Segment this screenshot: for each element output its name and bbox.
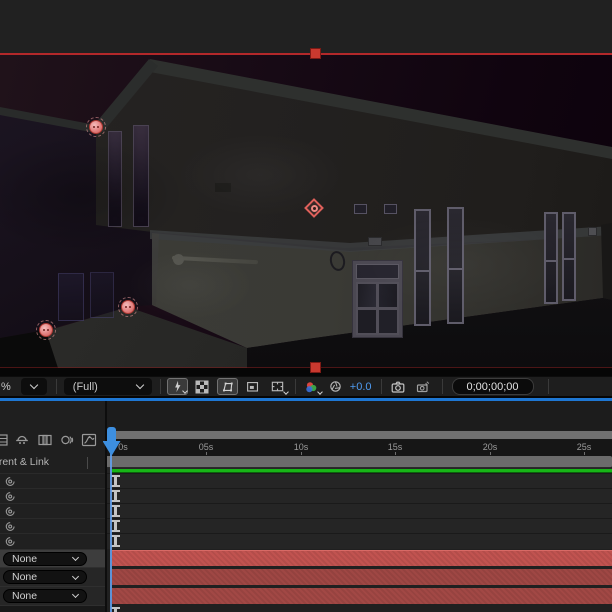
current-time-indicator-head[interactable]: [102, 427, 121, 456]
corner-pin-top[interactable]: [86, 117, 106, 137]
timeline-panel: Parent & Link None No: [0, 401, 612, 612]
timeline-track-area: 0s 05s 10s 15s 20s 25s: [107, 401, 612, 612]
resolution-value: (Full): [72, 380, 98, 393]
show-snapshot-button[interactable]: [412, 378, 433, 395]
composition-icon[interactable]: [0, 431, 11, 449]
effect-center-point[interactable]: [303, 197, 327, 221]
layer-in-point-marker[interactable]: [111, 504, 120, 517]
layer-in-point-marker[interactable]: [111, 474, 120, 487]
composition-pasteboard: [0, 0, 612, 53]
exposure-button[interactable]: [325, 378, 346, 395]
layer-in-point-marker[interactable]: [111, 519, 120, 532]
gable-window: [108, 131, 122, 227]
tall-window: [562, 212, 576, 301]
layer-in-point-marker[interactable]: [111, 489, 120, 502]
ruler-label: 05s: [198, 442, 214, 452]
effect-point-circle: [310, 204, 318, 212]
pick-whip-icon[interactable]: [4, 520, 17, 533]
pick-whip-icon[interactable]: [4, 505, 17, 518]
pick-whip-icon[interactable]: [4, 490, 17, 503]
ruler-label: 15s: [387, 442, 403, 452]
layer-row[interactable]: None: [0, 585, 105, 605]
wall-sign: [368, 237, 382, 246]
chevron-down-icon: [29, 380, 39, 390]
layer-bar[interactable]: [112, 588, 612, 604]
magnification-dropdown[interactable]: [20, 378, 47, 395]
timeline-left-column: Parent & Link None No: [0, 401, 105, 612]
graph-editor-icon[interactable]: [80, 431, 98, 449]
show-snapshot-icon: [416, 380, 430, 392]
corner-pin-left[interactable]: [36, 320, 56, 340]
aperture-icon: [330, 381, 341, 392]
fast-previews-button[interactable]: [166, 378, 188, 395]
region-of-interest-button[interactable]: [242, 378, 263, 395]
layer-row-selected[interactable]: None: [0, 548, 105, 567]
resolution-dropdown[interactable]: (Full): [63, 378, 152, 395]
tall-window: [447, 207, 464, 324]
frame-blending-icon[interactable]: [36, 431, 54, 449]
ruler-label: 10s: [293, 442, 309, 452]
layer-in-point-marker[interactable]: [111, 606, 120, 612]
motion-blur-icon[interactable]: [58, 431, 76, 449]
viewer-toolbar: % (Full) +0.0 0;00;00;00: [0, 376, 612, 396]
layer-selection-bottom-edge: [0, 367, 612, 368]
tall-window: [414, 209, 431, 326]
mask-path-visibility-button[interactable]: [216, 378, 238, 395]
pick-whip-icon[interactable]: [4, 475, 17, 488]
snapshot-button[interactable]: [388, 378, 409, 395]
channels-button[interactable]: [301, 378, 323, 395]
tall-window: [544, 212, 558, 304]
chevron-down-icon: [71, 553, 80, 562]
time-navigator-bar[interactable]: [112, 431, 612, 439]
shy-icon[interactable]: [13, 431, 31, 449]
exposure-value[interactable]: +0.0: [350, 381, 372, 393]
pick-whip-icon[interactable]: [4, 535, 17, 548]
region-of-interest-icon: [246, 381, 258, 392]
transparency-grid-button[interactable]: [192, 378, 213, 395]
mask-trapezoid-icon: [222, 382, 233, 392]
zoom-percent-label: %: [1, 380, 11, 393]
parent-dropdown[interactable]: None: [3, 551, 87, 566]
chevron-down-icon: [135, 380, 145, 390]
checkerboard-icon: [195, 380, 209, 393]
gable-window: [133, 125, 149, 227]
ruler-label: 20s: [482, 442, 498, 452]
layer-row[interactable]: None: [0, 567, 105, 586]
parent-link-column-header[interactable]: Parent & Link: [0, 456, 96, 468]
building-door: [352, 260, 403, 338]
layer-bar[interactable]: [112, 569, 612, 585]
layer-selection-top-edge: [0, 53, 612, 55]
grid-guides-button[interactable]: [267, 378, 289, 395]
parent-dropdown[interactable]: None: [3, 588, 87, 603]
parent-dropdown[interactable]: None: [3, 570, 87, 584]
layer-bottom-handle[interactable]: [310, 362, 321, 373]
composition-canvas[interactable]: [0, 55, 612, 368]
after-effects-workspace: % (Full) +0.0 0;00;00;00 rent & Link Non…: [0, 0, 612, 612]
camera-icon: [391, 381, 405, 393]
chevron-down-icon: [71, 572, 80, 580]
time-ruler[interactable]: 0s 05s 10s 15s 20s 25s: [107, 439, 612, 456]
corner-pin-bottom[interactable]: [118, 297, 138, 317]
chevron-down-icon: [71, 590, 80, 599]
current-timecode-field[interactable]: 0;00;00;00: [451, 378, 534, 395]
work-area-bar[interactable]: [107, 456, 612, 468]
layer-top-handle[interactable]: [310, 48, 321, 59]
ruler-label: 25s: [576, 442, 592, 452]
wall-sign: [588, 227, 597, 236]
layer-in-point-marker[interactable]: [111, 534, 120, 547]
layer-bar-selected[interactable]: [112, 550, 612, 566]
